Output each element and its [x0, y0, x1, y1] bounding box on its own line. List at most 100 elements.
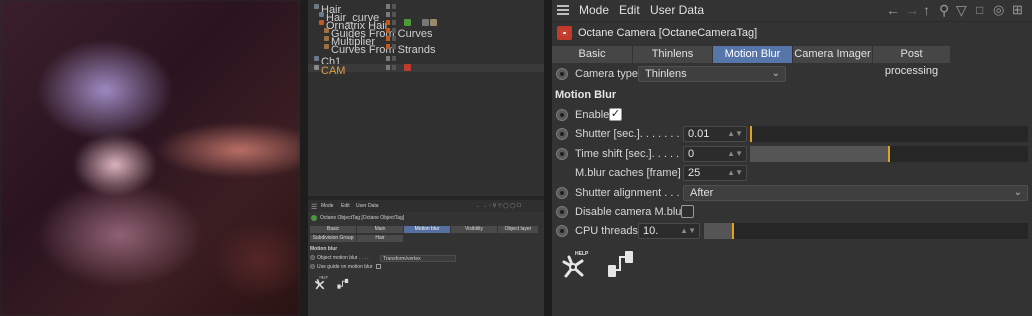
tree-item[interactable]: CAM — [308, 64, 544, 77]
animate-radio-icon[interactable] — [310, 264, 315, 270]
animate-radio-icon[interactable] — [556, 206, 568, 218]
object-motion-blur-select[interactable]: Transform/vertex — [380, 255, 456, 262]
target-icon[interactable]: ◎ — [993, 2, 1004, 18]
render-dot[interactable] — [392, 36, 396, 41]
render-dot[interactable] — [392, 56, 396, 61]
animate-radio-icon[interactable] — [556, 128, 568, 140]
tab-bar: Basic Thinlens Motion Blur Camera Imager… — [552, 46, 1032, 77]
stepper-icon[interactable]: ▲▼ — [727, 127, 743, 141]
visibility-dot[interactable] — [386, 44, 390, 49]
hamburger-icon[interactable] — [557, 5, 569, 16]
help-icon[interactable]: HELP — [560, 249, 590, 279]
material-tag-icon[interactable] — [422, 19, 429, 26]
slider-knob[interactable] — [749, 126, 752, 142]
shutter-alignment-select[interactable]: After ⌄ — [683, 185, 1028, 201]
nav-arrows-icon[interactable]: ← → ↑ ⚲ ▽ ◯ ◯ ☐ — [476, 203, 521, 209]
new-window-icon[interactable]: ⊞ — [1012, 2, 1023, 18]
visibility-dot[interactable] — [386, 56, 390, 61]
tree-item[interactable]: Guides From Curves — [308, 27, 544, 40]
time-shift-input[interactable]: 0 ▲▼ — [683, 146, 747, 162]
disable-camera-mblur-row: Disable camera M.blur — [552, 203, 1032, 222]
render-dot[interactable] — [392, 20, 396, 25]
menu-edit[interactable]: Edit — [341, 203, 350, 209]
enable-checkbox[interactable]: ✓ — [609, 108, 622, 121]
node-editor-icon[interactable] — [606, 249, 636, 279]
tab-camera-imager[interactable]: Camera Imager — [793, 46, 872, 63]
menu-mode[interactable]: Mode — [321, 203, 334, 209]
time-shift-slider[interactable] — [750, 146, 1028, 162]
stepper-icon[interactable]: ▲▼ — [727, 147, 743, 161]
tree-item[interactable]: Hair_curve — [308, 11, 544, 24]
use-guide-checkbox[interactable] — [375, 264, 381, 270]
secondary-panel: Hair Hair_curve Ornatrix Hair Guides Fro… — [308, 0, 544, 316]
tree-item[interactable]: Hair — [308, 3, 544, 16]
panel-divider[interactable] — [300, 0, 308, 316]
render-dot[interactable] — [392, 44, 396, 49]
shutter-alignment-row: Shutter alignment . . . . After ⌄ — [552, 184, 1032, 203]
animate-radio-icon[interactable] — [556, 225, 568, 237]
help-label: HELP — [575, 251, 589, 257]
tab-subdivision-group[interactable]: Subdivision Group — [310, 235, 356, 242]
menu-edit[interactable]: Edit — [619, 3, 640, 17]
filter-icon[interactable]: ▽ — [956, 2, 967, 18]
render-dot[interactable] — [392, 28, 396, 33]
tab-motion-blur[interactable]: Motion Blur — [713, 46, 792, 63]
menu-mode[interactable]: Mode — [579, 3, 609, 17]
tag-header: Octane Camera [OctaneCameraTag] — [552, 22, 1032, 44]
shutter-alignment-label: Shutter alignment . . . . — [575, 187, 686, 199]
animate-radio-icon[interactable] — [310, 255, 315, 261]
menu-user-data[interactable]: User Data — [356, 203, 379, 209]
tab-hair[interactable]: Hair — [357, 235, 403, 242]
cpu-threads-slider[interactable] — [704, 223, 1028, 239]
render-dot[interactable] — [392, 4, 396, 9]
animate-radio-icon[interactable] — [556, 68, 568, 80]
hamburger-icon[interactable]: ☰ — [311, 203, 317, 211]
tab-basic[interactable]: Basic — [310, 226, 356, 233]
stepper-icon[interactable]: ▲▼ — [727, 166, 743, 180]
stepper-icon[interactable]: ▲▼ — [680, 224, 696, 238]
visibility-dot[interactable] — [386, 36, 390, 41]
shutter-slider[interactable] — [749, 126, 1028, 142]
tab-visibility[interactable]: Visibility — [451, 226, 497, 233]
tab-motion-blur[interactable]: Motion blur — [404, 226, 450, 233]
lock-icon[interactable]: □ — [976, 2, 983, 18]
menu-user-data[interactable]: User Data — [650, 3, 704, 17]
animate-radio-icon[interactable] — [556, 187, 568, 199]
tab-object-layer[interactable]: Object layer — [498, 226, 538, 233]
tree-item[interactable]: Ornatrix Hair — [308, 19, 544, 32]
material-tag-icon[interactable] — [430, 19, 437, 26]
cpu-threads-input[interactable]: 10. ▲▼ — [638, 223, 700, 239]
camera-type-select[interactable]: Thinlens ⌄ — [638, 66, 786, 82]
render-dot[interactable] — [392, 12, 396, 17]
help-icon[interactable]: HELP — [312, 275, 328, 291]
render-dot[interactable] — [392, 65, 396, 70]
tree-item[interactable]: Curves From Strands — [308, 43, 544, 56]
tab-post-processing[interactable]: Post processing — [873, 46, 950, 77]
slider-knob[interactable] — [888, 146, 890, 162]
back-arrow-icon[interactable]: ← — [886, 2, 900, 18]
disable-camera-mblur-checkbox[interactable] — [681, 205, 694, 218]
up-arrow-icon[interactable]: ↑ — [923, 2, 930, 18]
octane-camera-tag-icon[interactable] — [404, 64, 411, 71]
mblur-caches-input[interactable]: 25 ▲▼ — [683, 165, 747, 181]
shutter-input[interactable]: 0.01 ▲▼ — [683, 126, 747, 142]
slider-knob[interactable] — [732, 223, 735, 239]
panel-divider[interactable] — [544, 0, 552, 316]
visibility-dot[interactable] — [386, 12, 390, 17]
node-editor-icon[interactable] — [336, 277, 350, 291]
tree-item[interactable]: Ch1 — [308, 55, 544, 68]
forward-arrow-icon[interactable]: → — [905, 2, 919, 18]
search-icon[interactable]: ⚲ — [939, 2, 949, 18]
visibility-dot[interactable] — [386, 28, 390, 33]
animate-radio-icon[interactable] — [556, 148, 568, 160]
visibility-dot[interactable] — [386, 4, 390, 9]
visibility-dot[interactable] — [386, 20, 390, 25]
tab-basic[interactable]: Basic — [552, 46, 632, 63]
animate-radio-icon[interactable] — [556, 109, 568, 121]
tab-thinlens[interactable]: Thinlens — [633, 46, 712, 63]
octane-tag-icon[interactable] — [404, 19, 411, 26]
section-title: Motion blur — [310, 246, 338, 252]
tree-item[interactable]: Multiplier — [308, 35, 544, 48]
visibility-dot[interactable] — [386, 65, 390, 70]
tab-main[interactable]: Main — [357, 226, 403, 233]
